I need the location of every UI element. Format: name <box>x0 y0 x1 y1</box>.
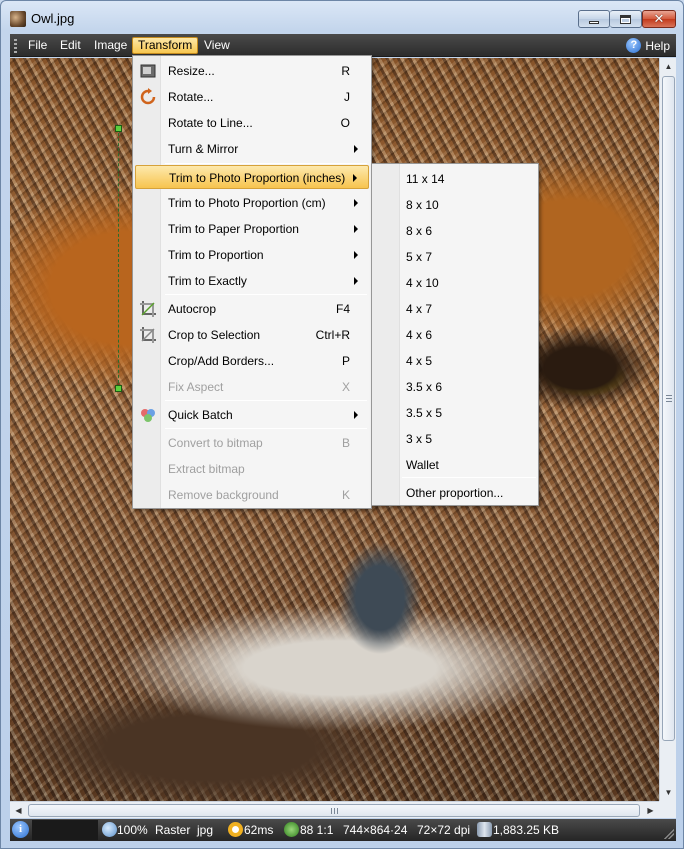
vertical-scrollbar[interactable]: ▲ ▼ <box>659 58 676 801</box>
menu-item-turn-mirror[interactable]: Turn & Mirror <box>135 137 369 161</box>
menu-item-trim-exactly[interactable]: Trim to Exactly <box>135 269 369 293</box>
window-title: Owl.jpg <box>31 11 75 26</box>
zoom-icon <box>102 822 117 837</box>
menu-transform[interactable]: Transform <box>132 37 199 54</box>
submenu-arrow-icon <box>354 199 358 207</box>
submenu-item-11x14[interactable]: 11 x 14 <box>374 166 536 190</box>
submenu-arrow-icon <box>354 225 358 233</box>
menu-bar: File Edit Image Transform View ? Help <box>10 34 676 57</box>
submenu-arrow-icon <box>354 251 358 259</box>
close-icon: ✕ <box>653 11 665 27</box>
status-format: jpg <box>197 823 214 837</box>
minimize-icon <box>589 20 599 24</box>
submenu-item-3-5x5[interactable]: 3.5 x 5 <box>374 400 536 424</box>
menu-item-trim-proportion[interactable]: Trim to Proportion <box>135 243 369 267</box>
menu-edit[interactable]: Edit <box>55 37 86 54</box>
disk-icon <box>477 822 492 837</box>
clock-icon <box>228 822 243 837</box>
autocrop-icon <box>139 300 157 318</box>
status-ratio: 88 1:1 <box>300 823 334 837</box>
selection-handle-bottom[interactable] <box>115 385 122 392</box>
submenu-item-4x6[interactable]: 4 x 6 <box>374 322 536 346</box>
selection-edge <box>118 128 119 388</box>
photo-proportion-inches-submenu: 11 x 14 8 x 10 8 x 6 5 x 7 4 x 10 4 x 7 … <box>371 163 539 506</box>
status-dpi: 72×72 dpi <box>417 823 471 837</box>
transform-menu: Resize... R Rotate... J Rotate to Line..… <box>132 55 372 509</box>
rotate-icon <box>139 88 157 106</box>
submenu-item-3-5x6[interactable]: 3.5 x 6 <box>374 374 536 398</box>
menu-item-trim-paper[interactable]: Trim to Paper Proportion <box>135 217 369 241</box>
batch-icon <box>139 406 157 424</box>
submenu-item-5x7[interactable]: 5 x 7 <box>374 244 536 268</box>
menu-item-rotate[interactable]: Rotate... J <box>135 85 369 109</box>
menu-item-autocrop[interactable]: Autocrop F4 <box>135 297 369 321</box>
horizontal-scrollbar[interactable]: ◀ ▶ <box>10 801 659 818</box>
menu-item-fix-aspect[interactable]: Fix Aspect X <box>135 375 369 399</box>
scroll-right-icon[interactable]: ▶ <box>642 802 659 819</box>
scrollbar-corner <box>659 801 676 818</box>
submenu-arrow-icon <box>354 277 358 285</box>
info-icon[interactable]: i <box>12 821 29 838</box>
ratio-icon <box>284 822 299 837</box>
submenu-item-4x10[interactable]: 4 x 10 <box>374 270 536 294</box>
submenu-item-4x5[interactable]: 4 x 5 <box>374 348 536 372</box>
status-message-area <box>32 820 98 840</box>
scroll-left-icon[interactable]: ◀ <box>10 802 27 819</box>
resize-grip[interactable] <box>664 829 674 839</box>
vertical-scroll-thumb[interactable] <box>662 76 675 741</box>
submenu-arrow-icon <box>354 411 358 419</box>
menu-item-quick-batch[interactable]: Quick Batch <box>135 403 369 427</box>
submenu-item-8x10[interactable]: 8 x 10 <box>374 192 536 216</box>
resize-icon <box>139 62 157 80</box>
crop-icon <box>139 326 157 344</box>
submenu-arrow-icon <box>353 174 357 182</box>
menu-item-convert-bitmap[interactable]: Convert to bitmap B <box>135 431 369 455</box>
menubar-grip[interactable] <box>14 39 17 53</box>
menu-image[interactable]: Image <box>89 37 132 54</box>
submenu-item-other-proportion[interactable]: Other proportion... <box>374 480 536 504</box>
menu-item-extract-bitmap[interactable]: Extract bitmap <box>135 457 369 481</box>
app-window: Owl.jpg ✕ File Edit Image Transform View… <box>0 0 684 849</box>
submenu-item-4x7[interactable]: 4 x 7 <box>374 296 536 320</box>
scroll-up-icon[interactable]: ▲ <box>660 58 677 75</box>
menu-file[interactable]: File <box>23 37 52 54</box>
menu-item-trim-photo-inches[interactable]: Trim to Photo Proportion (inches) <box>135 165 369 189</box>
help-button[interactable]: ? Help <box>626 37 670 54</box>
menu-view[interactable]: View <box>199 37 235 54</box>
maximize-button[interactable] <box>610 10 642 28</box>
title-bar[interactable]: Owl.jpg ✕ <box>1 1 683 33</box>
status-zoom[interactable]: 100% <box>117 822 148 838</box>
status-bar: i 100% Raster jpg 62ms 88 1:1 744×864·24… <box>10 819 676 841</box>
scroll-down-icon[interactable]: ▼ <box>660 784 677 801</box>
maximize-icon <box>620 14 631 24</box>
menu-item-resize[interactable]: Resize... R <box>135 59 369 83</box>
menu-item-remove-background[interactable]: Remove background K <box>135 483 369 507</box>
submenu-item-8x6[interactable]: 8 x 6 <box>374 218 536 242</box>
status-dimensions: 744×864·24 <box>343 823 408 837</box>
menu-item-trim-photo-cm[interactable]: Trim to Photo Proportion (cm) <box>135 191 369 215</box>
minimize-button[interactable] <box>578 10 610 28</box>
submenu-arrow-icon <box>354 145 358 153</box>
status-mode: Raster <box>155 823 191 837</box>
selection-handle-top[interactable] <box>115 125 122 132</box>
horizontal-scroll-thumb[interactable] <box>28 804 640 817</box>
status-load-time: 62ms <box>244 823 274 837</box>
menu-item-rotate-to-line[interactable]: Rotate to Line... O <box>135 111 369 135</box>
submenu-item-wallet[interactable]: Wallet <box>374 452 536 476</box>
help-icon: ? <box>626 38 642 53</box>
menu-item-crop-borders[interactable]: Crop/Add Borders... P <box>135 349 369 373</box>
owl-image-icon <box>10 11 26 27</box>
submenu-item-3x5[interactable]: 3 x 5 <box>374 426 536 450</box>
help-label: Help <box>645 38 670 53</box>
status-file-size: 1,883.25 KB <box>493 823 560 837</box>
menu-item-crop-selection[interactable]: Crop to Selection Ctrl+R <box>135 323 369 347</box>
close-button[interactable]: ✕ <box>642 10 676 28</box>
